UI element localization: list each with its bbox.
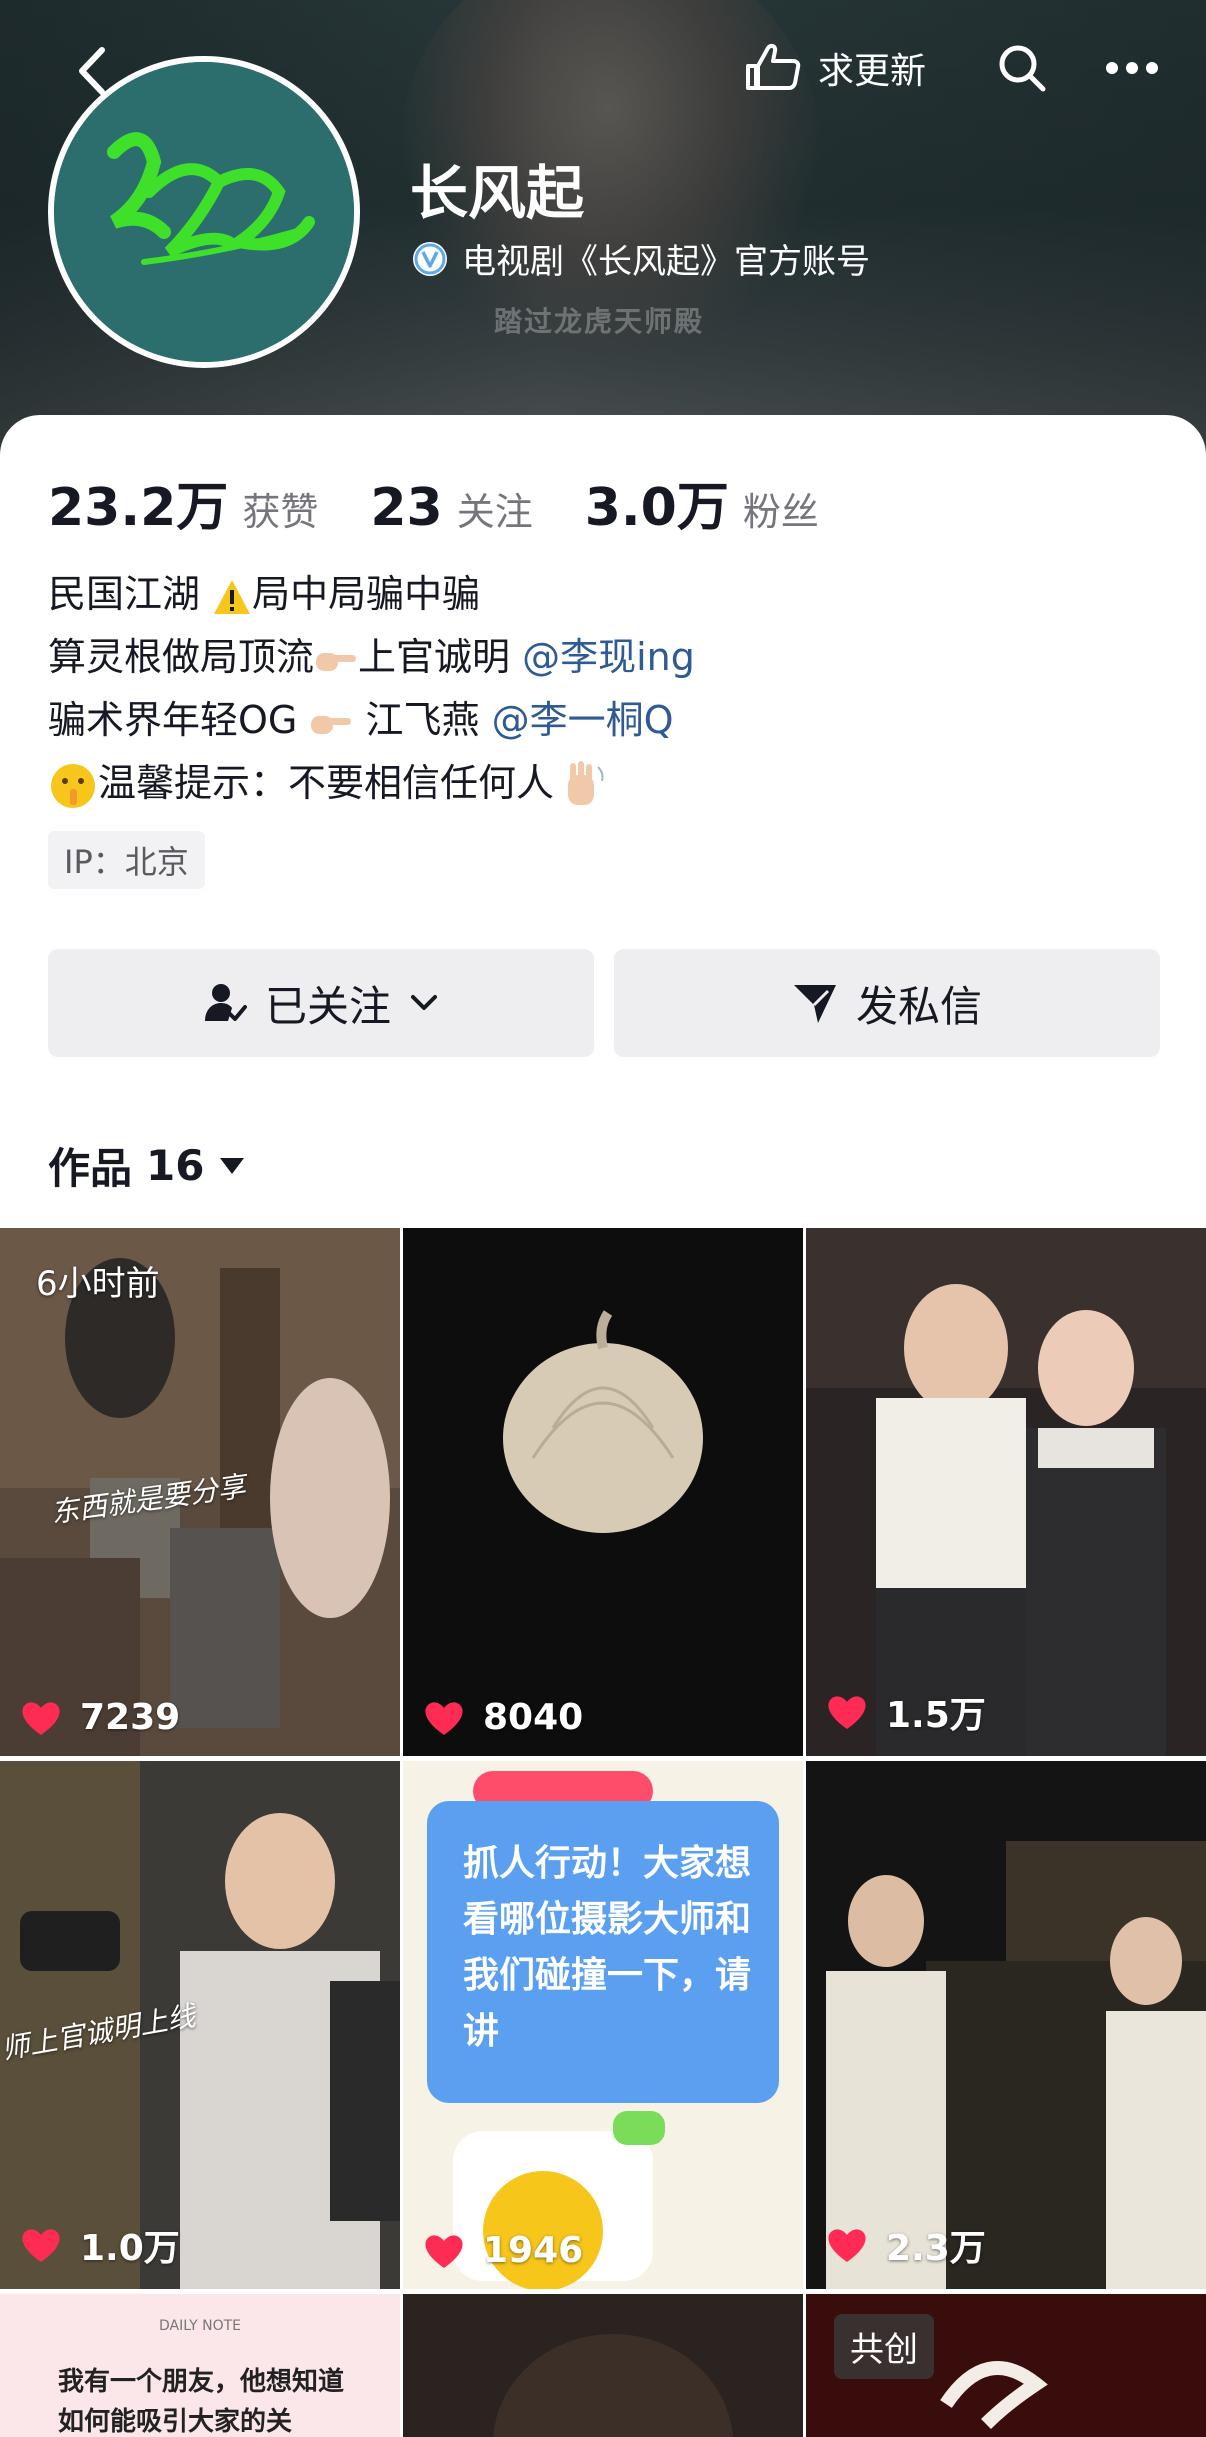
avatar[interactable] [48, 56, 360, 368]
request-update-button[interactable]: 求更新 [722, 32, 962, 104]
like-count: 7239 [20, 1697, 180, 1738]
video-tile[interactable] [403, 2294, 803, 2437]
video-tile[interactable]: 1.5万 [806, 1228, 1206, 1756]
verified-badge-icon [413, 241, 447, 276]
followed-button[interactable]: 已关注 [48, 949, 594, 1057]
heart-icon [828, 2229, 866, 2262]
mention-link[interactable]: @李现ing [522, 635, 695, 679]
stat-value: 23 [370, 478, 443, 538]
top-actions: 求更新 [722, 32, 1206, 104]
like-count: 1.0万 [20, 2219, 180, 2271]
heart-icon [22, 2229, 60, 2262]
heart-icon [425, 2234, 463, 2268]
like-count: 1946 [423, 2230, 583, 2271]
stat-following[interactable]: 23 关注 [370, 478, 532, 538]
video-tile[interactable]: 共创 [806, 2294, 1206, 2437]
bio-line-2: 算灵根做局顶流 上官诚明 @李现ing [48, 635, 695, 679]
co-create-badge: 共创 [834, 2314, 934, 2379]
followed-label: 已关注 [264, 981, 391, 1031]
banner-caption: 踏过龙虎天师殿 [494, 305, 705, 338]
waving-hand-icon [568, 760, 604, 805]
bio-line-3: 骗术界年轻OG 江飞燕 @李一桐Q [48, 698, 674, 742]
stat-likes[interactable]: 23.2万 获赞 [48, 465, 318, 540]
action-buttons: 已关注 发私信 [48, 949, 1160, 1057]
send-message-button[interactable]: 发私信 [614, 949, 1160, 1057]
stat-label: 粉丝 [742, 490, 819, 534]
works-count: 16 [146, 1141, 205, 1190]
heart-icon [828, 1696, 866, 1729]
works-tab[interactable]: 作品 16 [48, 1135, 246, 1196]
video-tile[interactable]: DAILY NOTE 我有一个朋友，他想知道如何能吸引大家的关 [0, 2294, 400, 2437]
stat-value: 3.0万 [584, 478, 729, 538]
pointing-right-icon [316, 652, 357, 671]
more-button[interactable] [1096, 32, 1168, 104]
stat-value: 23.2万 [48, 478, 229, 538]
video-thumbnail [403, 1228, 803, 1756]
works-label: 作品 [48, 1144, 133, 1193]
send-message-label: 发私信 [855, 981, 982, 1031]
stats-row: 23.2万 获赞 23 关注 3.0万 粉丝 [48, 465, 871, 540]
video-thumbnail [403, 2294, 803, 2437]
like-count: 2.3万 [826, 2219, 986, 2271]
video-thumbnail [806, 1761, 1206, 2289]
video-tile[interactable]: 8040 [403, 1228, 803, 1756]
shushing-face-icon [51, 763, 95, 808]
mention-link[interactable]: @李一桐Q [492, 698, 674, 742]
stat-label: 获赞 [242, 490, 319, 534]
video-caption: 我有一个朋友，他想知道如何能吸引大家的关 [58, 2367, 345, 2437]
paper-plane-icon [793, 985, 836, 1023]
pointing-right-icon [311, 715, 352, 734]
like-count: 1.5万 [826, 1686, 986, 1738]
heart-icon [425, 1701, 463, 1735]
time-badge: 6小时前 [36, 1264, 160, 1304]
stat-label: 关注 [456, 490, 533, 534]
video-caption: 抓人行动！大家想看哪位摄影大师和我们碰撞一下，请讲 [463, 1843, 752, 2052]
video-tile[interactable]: 抓人行动！大家想看哪位摄影大师和我们碰撞一下，请讲 1946 [403, 1761, 803, 2289]
like-count: 8040 [423, 1697, 583, 1738]
verification-text: 电视剧《长风起》官方账号 [462, 242, 870, 282]
pointing-hand-icon [745, 43, 801, 90]
stat-followers[interactable]: 3.0万 粉丝 [585, 465, 819, 540]
caret-down-icon [220, 1157, 245, 1174]
search-button[interactable] [986, 32, 1058, 104]
verification-line: 电视剧《长风起》官方账号 [410, 234, 870, 283]
more-dots-icon [1106, 62, 1158, 74]
profile-name: 长风起 [410, 159, 585, 227]
bio: 民国江湖 局中局骗中骗 算灵根做局顶流 上官诚明 @李现ing 骗术界年轻OG 江… [48, 563, 695, 815]
bio-line-1: 民国江湖 局中局骗中骗 [48, 572, 481, 616]
video-tile[interactable]: 2.3万 [806, 1761, 1206, 2289]
ip-location-tag: IP：北京 [48, 831, 205, 889]
chevron-down-icon [411, 995, 437, 1010]
user-check-icon [204, 984, 247, 1021]
video-thumbnail [806, 1228, 1206, 1756]
heart-icon [22, 1701, 60, 1735]
calligraphy-logo [54, 62, 354, 362]
note-header: DAILY NOTE [158, 2318, 242, 2334]
warning-icon [214, 579, 251, 614]
video-tile[interactable]: 6小时前 东西就是要分享 7239 [0, 1228, 400, 1756]
video-tile[interactable]: 师上官诚明上线 1.0万 [0, 1761, 400, 2289]
request-update-label: 求更新 [817, 51, 926, 92]
search-icon [999, 45, 1046, 92]
bio-line-4: 温馨提示：不要相信任何人 [48, 752, 695, 815]
